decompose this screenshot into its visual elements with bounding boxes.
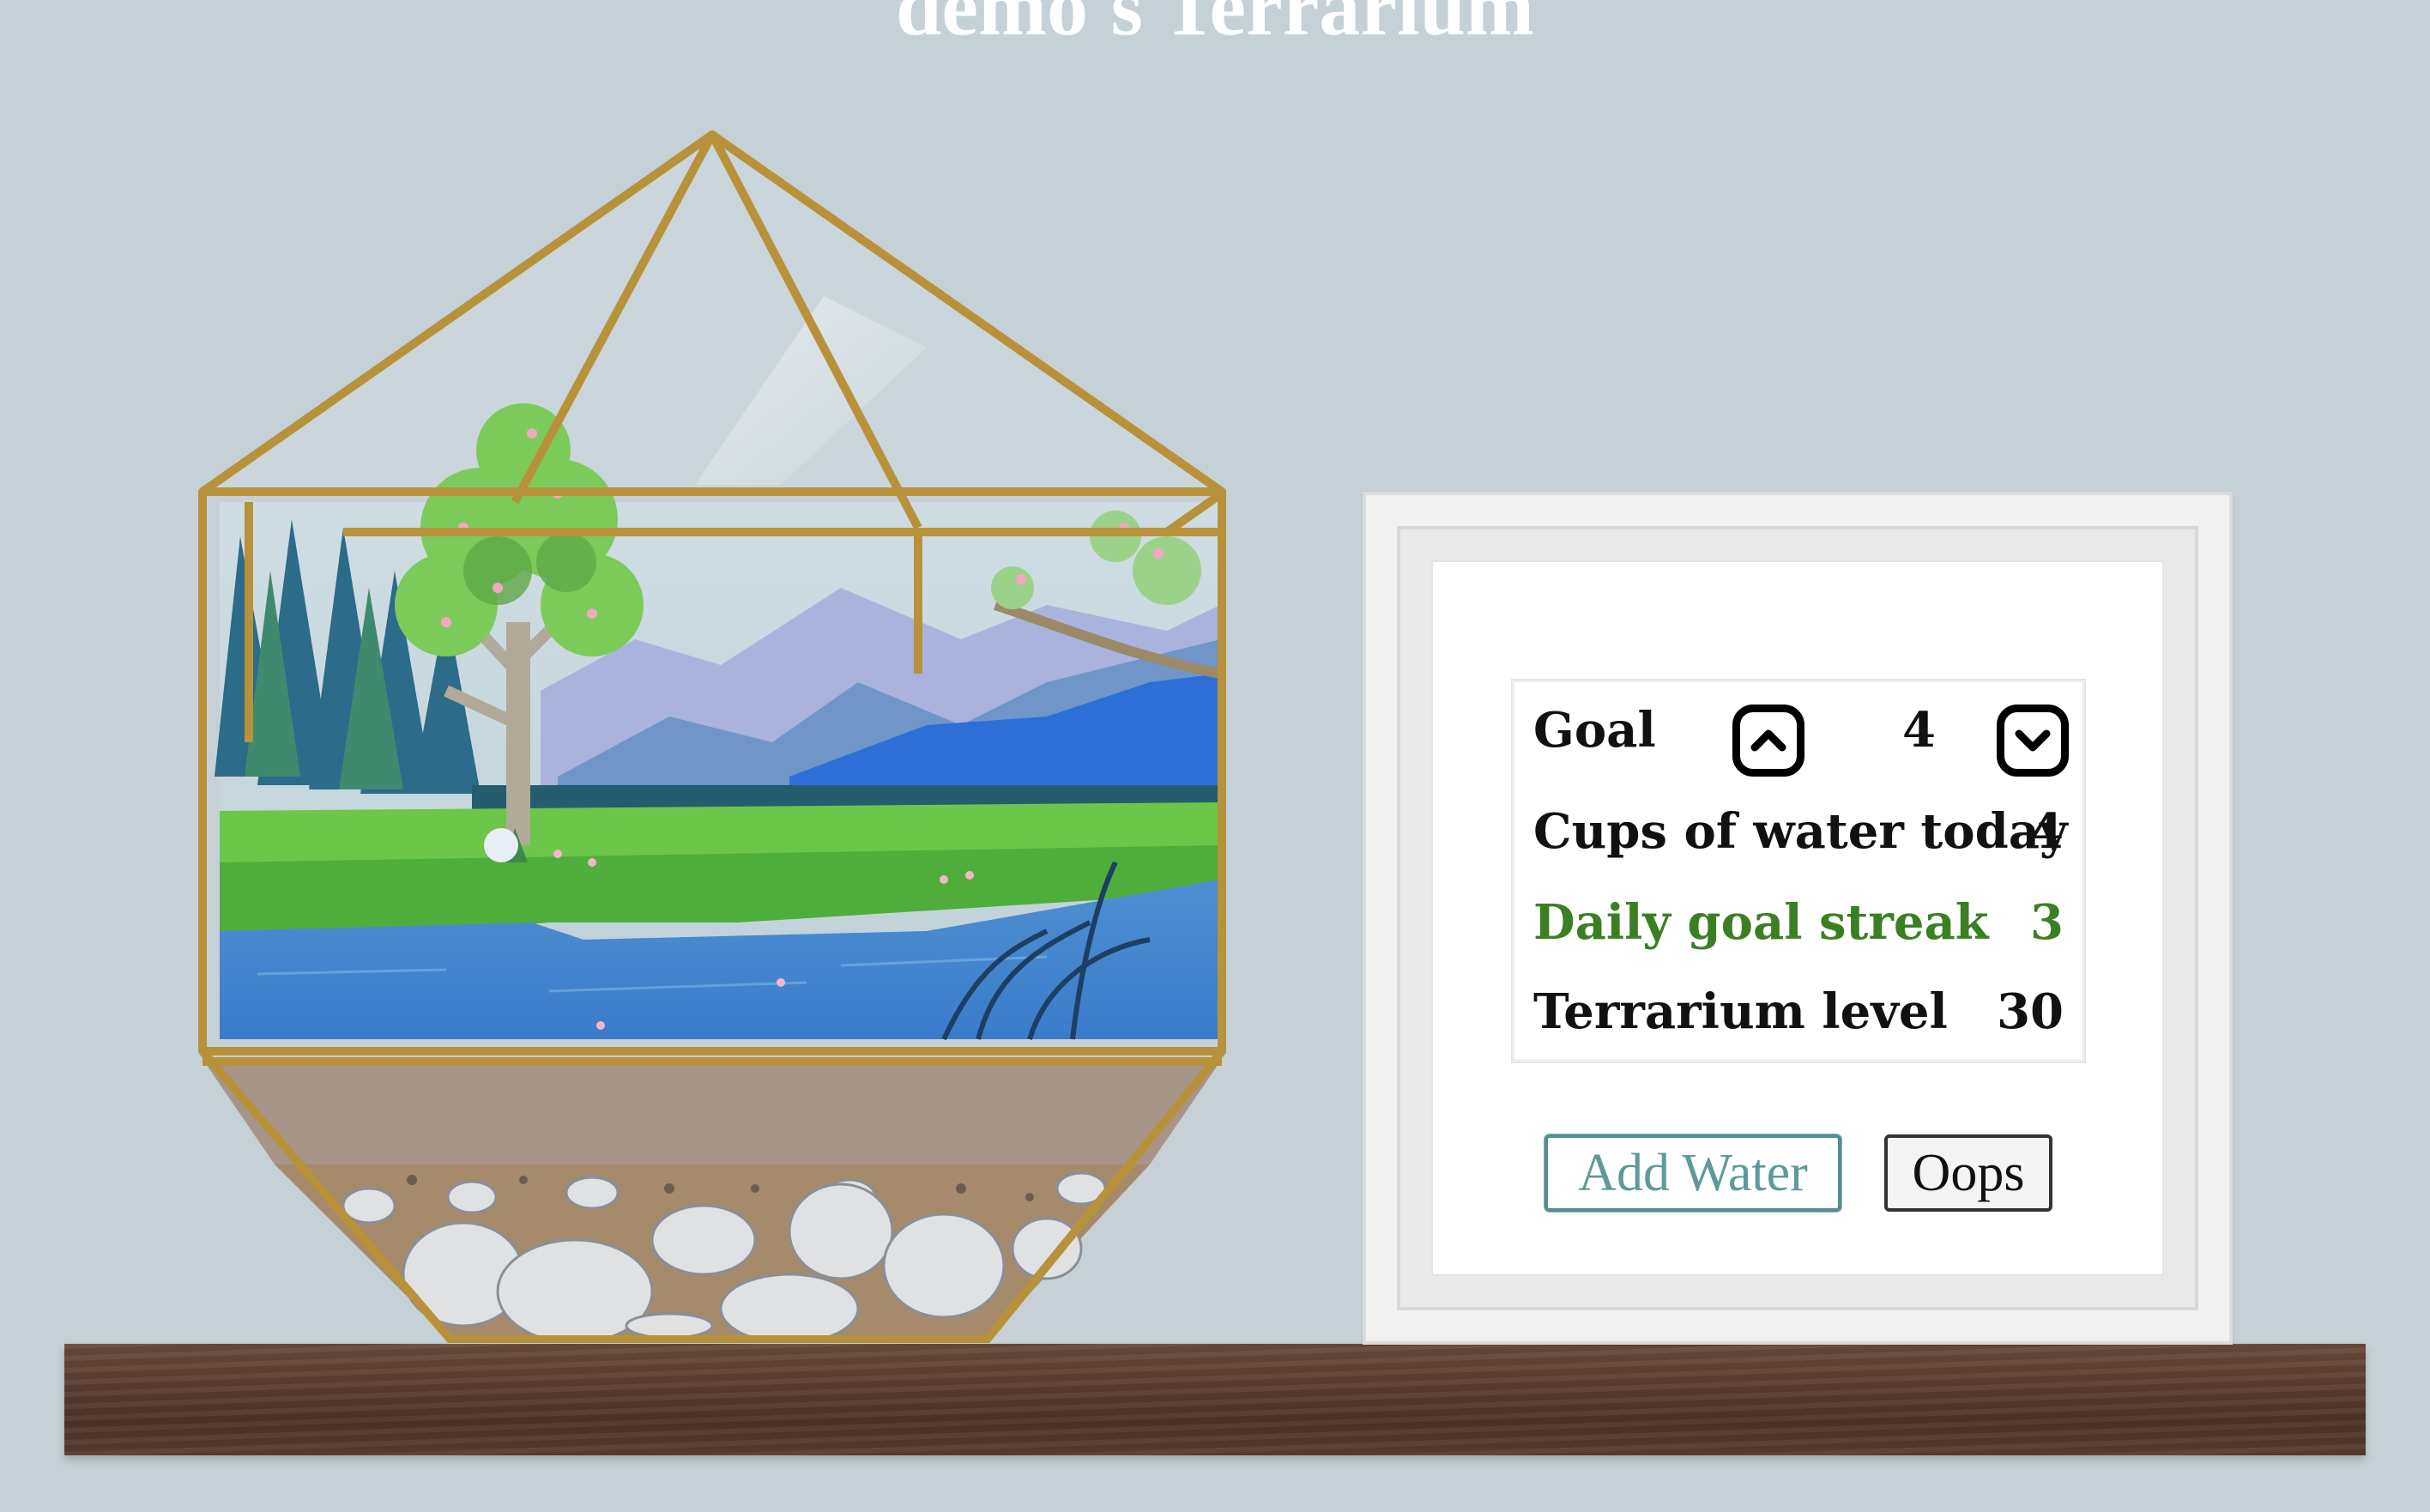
oops-button[interactable]: Oops [1884, 1134, 2052, 1212]
page-title: demo's Terrarium [896, 0, 1534, 52]
cups-row: Cups of water today 4 [1533, 797, 2068, 866]
goal-increase-button[interactable] [1732, 705, 1804, 777]
add-water-button[interactable]: Add Water [1544, 1134, 1841, 1212]
chevron-down-icon [2015, 729, 2051, 752]
streak-label: Daily goal streak [1533, 894, 1989, 951]
wooden-shelf [64, 1344, 2366, 1455]
goal-decrease-button[interactable] [1997, 705, 2069, 777]
chevron-up-icon [1750, 729, 1786, 752]
goal-value: 4 [1902, 702, 1936, 759]
level-label: Terrarium level [1533, 983, 1948, 1040]
terrarium-illustration [198, 130, 1226, 1343]
goal-label: Goal [1533, 702, 1656, 759]
cups-value: 4 [2030, 803, 2064, 860]
cups-label: Cups of water today [1533, 803, 2068, 860]
stats-panel: Goal 4 Cups of water today 4 Daily goal … [1512, 680, 2085, 1062]
terrarium [189, 124, 1253, 1343]
goal-row: Goal 4 [1533, 696, 2069, 777]
level-row: Terrarium level 30 [1533, 977, 2064, 1046]
level-value: 30 [1997, 983, 2064, 1040]
streak-row: Daily goal streak 3 [1533, 888, 2064, 957]
streak-value: 3 [2030, 894, 2064, 951]
